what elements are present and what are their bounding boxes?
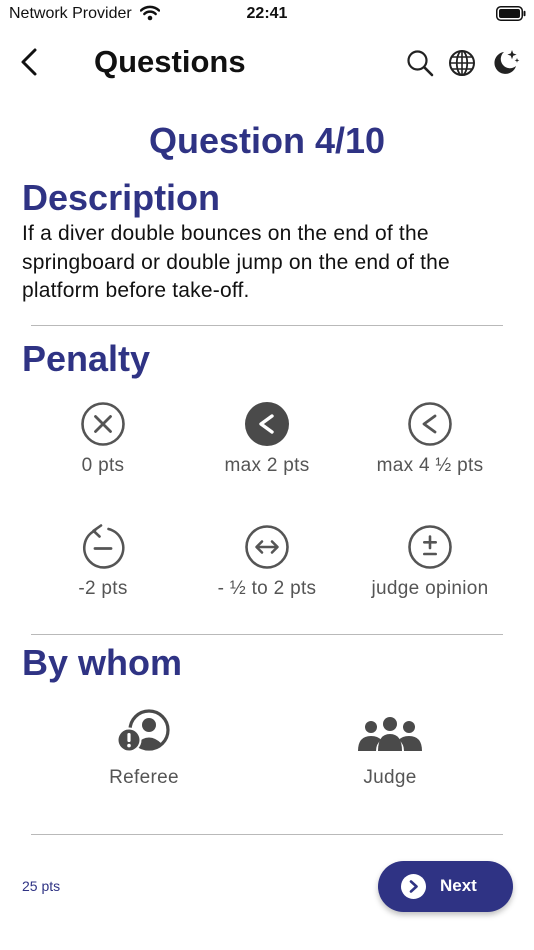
dark-mode-icon <box>494 50 520 74</box>
description-heading: Description <box>22 177 221 218</box>
navigation-bar: Questions <box>0 36 534 92</box>
penalty-heading: Penalty <box>22 338 151 379</box>
minus-circle-rotate-icon <box>82 524 125 569</box>
penalty-option-max-2-pts[interactable]: max 2 pts <box>185 401 349 477</box>
search-button[interactable] <box>405 48 435 78</box>
globe-icon <box>449 50 475 76</box>
next-button[interactable]: Next <box>378 861 513 912</box>
by-whom-heading: By whom <box>22 642 183 683</box>
referee-alert-icon <box>116 709 170 753</box>
back-button[interactable] <box>16 46 44 78</box>
description-text: If a diver double bounces on the end of … <box>22 222 450 302</box>
by-whom-option-referee[interactable]: Referee <box>44 707 244 789</box>
next-circle-icon <box>401 874 426 899</box>
search-icon <box>407 50 434 77</box>
status-bar: Network Provider 22:41 <box>0 0 534 30</box>
penalty-option-label: - ½ to 2 pts <box>217 578 317 599</box>
range-arrows-circle-icon <box>245 525 289 569</box>
back-chevron-icon <box>21 48 37 76</box>
page-title: Questions <box>94 44 246 79</box>
question-counter: Question 4/10 <box>148 120 386 161</box>
less-than-circle-icon <box>245 402 289 446</box>
penalty-option-0-pts[interactable]: 0 pts <box>21 401 185 477</box>
score-label: 25 pts <box>22 878 61 894</box>
by-whom-option-label: Judge <box>363 767 417 788</box>
divider <box>31 325 503 326</box>
penalty-option-minus-2-pts[interactable]: -2 pts <box>21 524 185 600</box>
by-whom-option-label: Referee <box>109 767 179 788</box>
penalty-option-label: -2 pts <box>78 578 128 599</box>
less-than-circle-icon <box>408 402 452 446</box>
group-people-icon <box>358 717 422 751</box>
divider <box>31 634 503 635</box>
penalty-option-label: 0 pts <box>81 455 125 476</box>
language-button[interactable] <box>447 48 477 78</box>
status-time: 22:41 <box>246 5 288 22</box>
divider <box>31 834 503 835</box>
penalty-option-max-4-half-pts[interactable]: max 4 ½ pts <box>348 401 512 477</box>
penalty-option-judge-opinion[interactable]: judge opinion <box>348 524 512 600</box>
penalty-option-half-to-2-pts[interactable]: - ½ to 2 pts <box>185 524 349 600</box>
x-circle-icon <box>81 402 125 446</box>
penalty-option-label: max 4 ½ pts <box>376 455 484 476</box>
next-button-label: Next <box>440 876 477 895</box>
by-whom-option-judge[interactable]: Judge <box>290 707 490 789</box>
battery-icon <box>496 6 526 26</box>
penalty-option-label: max 2 pts <box>224 455 310 476</box>
penalty-option-label: judge opinion <box>371 578 489 599</box>
plus-minus-circle-icon <box>408 525 452 569</box>
dark-mode-button[interactable] <box>490 48 520 78</box>
